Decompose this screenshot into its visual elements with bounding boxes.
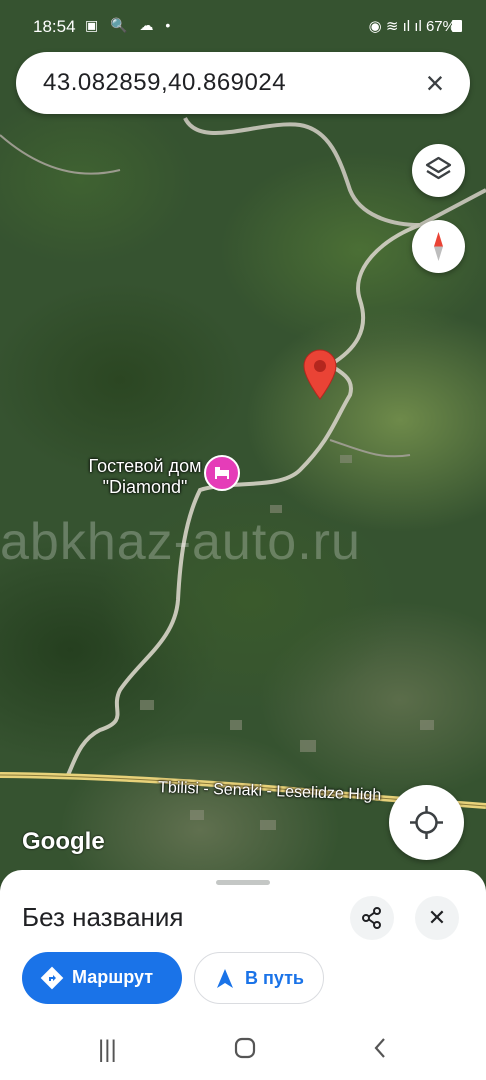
share-button[interactable] <box>350 896 394 940</box>
layers-button[interactable] <box>412 144 465 197</box>
layers-icon <box>425 156 452 180</box>
status-bar: 18:54 ▣ 🔍 ☁ • ◉ ≋ ıl ıl 67% <box>0 0 486 50</box>
home-icon[interactable] <box>233 1036 257 1067</box>
map-view[interactable]: abkhaz-auto.ru Гостевой дом "Diamond" Tb… <box>0 0 486 880</box>
google-attribution: Google <box>22 828 105 855</box>
close-icon: ✕ <box>427 905 447 930</box>
directions-button[interactable]: Маршрут <box>22 952 182 1004</box>
notification-icons: ▣ 🔍 ☁ • <box>85 17 175 33</box>
place-title: Без названия <box>22 902 184 932</box>
directions-label: Маршрут <box>72 967 154 987</box>
navigation-arrow-icon <box>217 969 233 988</box>
start-label: В путь <box>245 968 304 988</box>
compass-button[interactable] <box>412 220 465 273</box>
back-icon[interactable] <box>372 1036 388 1067</box>
directions-icon <box>40 966 64 990</box>
watermark: abkhaz-auto.ru <box>0 513 361 571</box>
close-icon[interactable]: × <box>418 66 452 100</box>
sheet-drag-handle[interactable] <box>216 880 270 885</box>
my-location-button[interactable] <box>389 785 464 860</box>
search-bar[interactable]: 43.082859,40.869024 × <box>16 52 470 114</box>
hotel-bed-icon[interactable] <box>204 455 240 491</box>
status-right: ◉ ≋ ıl ıl 67% <box>368 18 456 35</box>
share-icon <box>362 907 381 929</box>
poi-label[interactable]: Гостевой дом "Diamond" <box>80 456 210 498</box>
close-sheet-button[interactable]: ✕ <box>415 896 459 940</box>
system-nav-bar: ||| <box>0 1020 486 1080</box>
start-button[interactable]: В путь <box>194 952 324 1004</box>
search-query[interactable]: 43.082859,40.869024 <box>43 69 286 97</box>
map-roads <box>0 116 486 830</box>
compass-icon <box>434 232 443 261</box>
recent-apps-icon[interactable]: ||| <box>98 1036 117 1064</box>
battery-icon <box>452 20 462 32</box>
status-time: 18:54 <box>33 17 76 36</box>
crosshair-icon <box>410 806 443 839</box>
